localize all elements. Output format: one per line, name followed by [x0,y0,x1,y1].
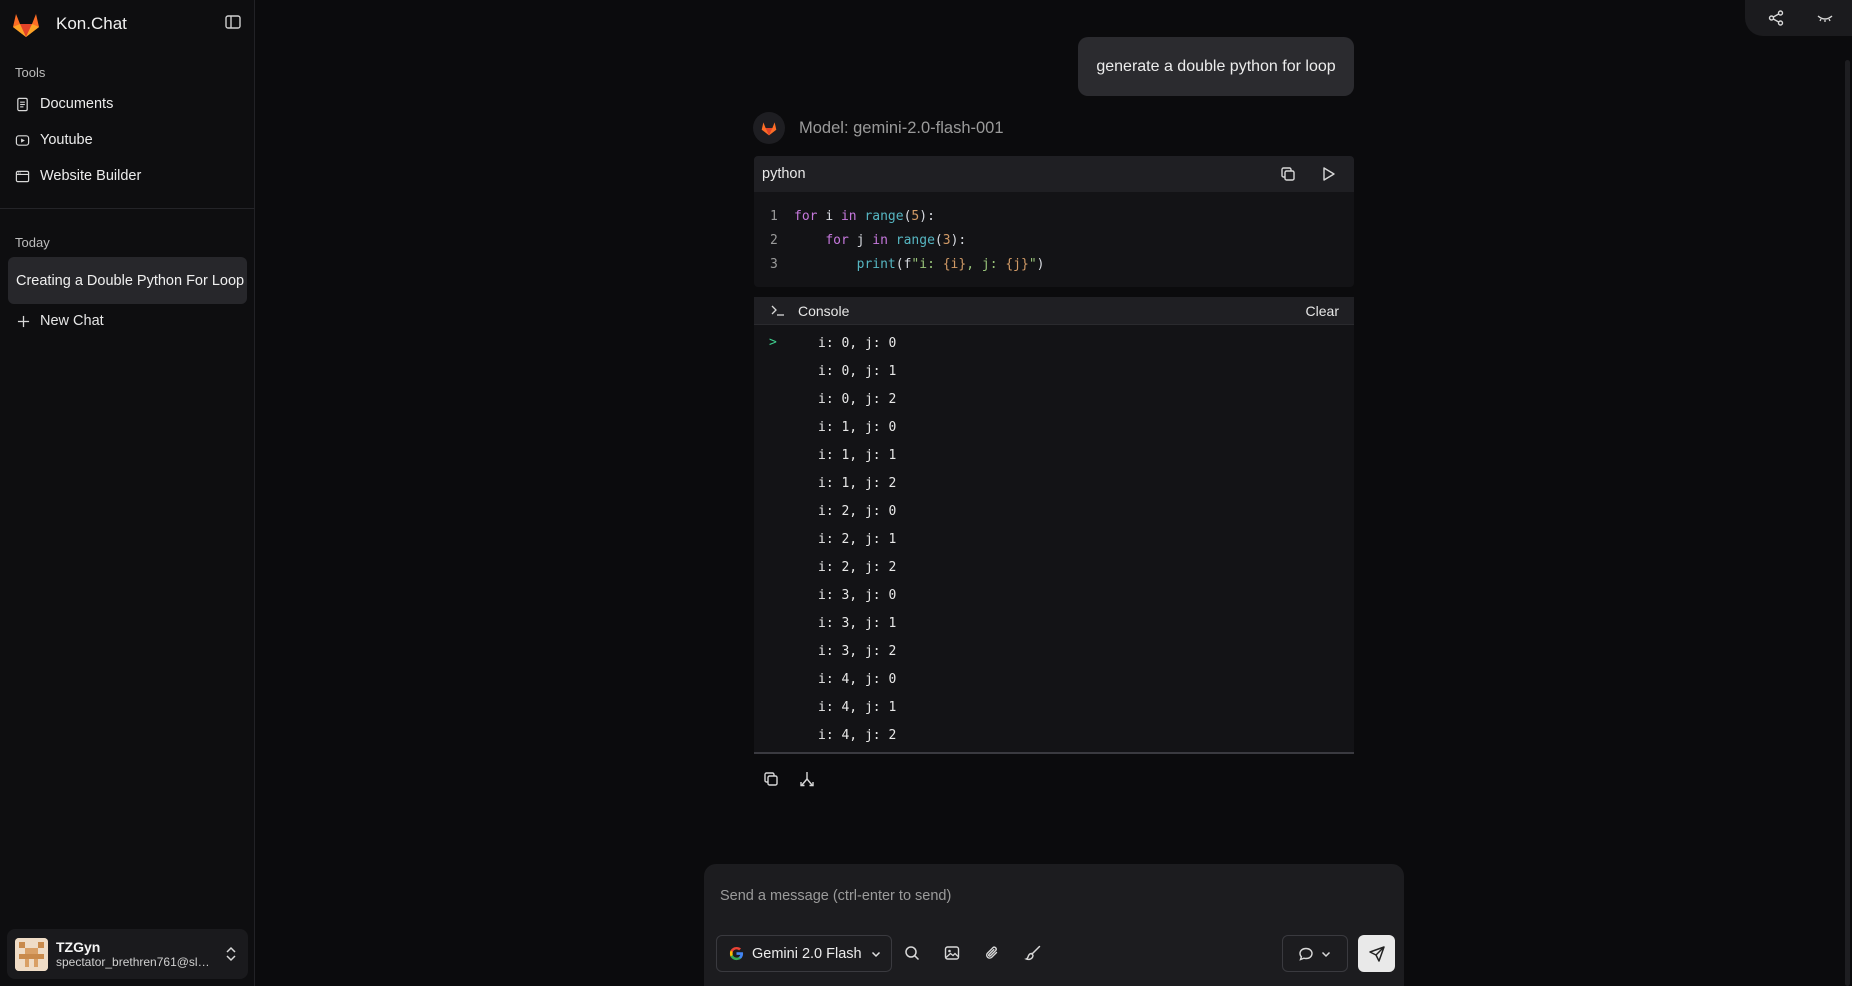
brush-icon[interactable] [1024,944,1042,962]
share-icon[interactable] [1767,9,1785,27]
line-number: 1 [770,208,778,224]
console-output-line: i: 3, j: 2 [818,643,897,659]
code-block-header: python [754,156,1354,192]
sidebar-item-documents[interactable]: Documents [15,96,113,112]
copy-icon[interactable] [762,770,780,788]
console-output-line: i: 1, j: 0 [818,419,897,435]
code-body: 1 for i in range(5): 2 for j in range(3):… [754,192,1354,276]
message-input[interactable] [720,884,1380,908]
sidebar-item-website-builder[interactable]: Website Builder [15,168,141,184]
user-message-bubble: generate a double python for loop [1078,37,1354,96]
sidebar-item-youtube[interactable]: Youtube [15,132,93,148]
google-icon [729,946,744,961]
plus-icon [17,315,30,327]
brand[interactable]: Kon.Chat [10,8,127,40]
chat-mode-select[interactable] [1282,935,1348,972]
sidebar-toggle-icon[interactable] [224,13,242,31]
tools-section-label: Tools [15,65,46,80]
top-right-actions [1745,0,1852,36]
user-name: TZGyn [56,939,101,955]
assistant-avatar [753,112,785,144]
console-output-line: i: 4, j: 1 [818,699,897,715]
code-line: 3 print (f "i: {i}, j: {j} ") [754,252,1354,276]
message-actions [762,770,816,788]
line-number: 3 [770,256,778,272]
console-panel: Console Clear > i: 0, j: 0 i: 0, j: 1 i: 0… [754,297,1354,754]
console-output-line: i: 4, j: 2 [818,727,897,743]
new-chat-label: New Chat [40,313,104,329]
browser-window-icon [15,170,30,182]
avatar [15,937,48,971]
code-line: 2 for j in range(3): [754,228,1354,252]
fox-logo-icon [761,122,777,136]
assistant-header: Model: gemini-2.0-flash-001 [753,112,1004,144]
console-clear-button[interactable]: Clear [1306,303,1339,319]
eye-closed-icon[interactable] [1816,9,1834,27]
user-email: spectator_brethren761@slm... [56,955,216,969]
branch-icon[interactable] [798,770,816,788]
console-output-line: i: 3, j: 0 [818,587,897,603]
new-chat-button[interactable]: New Chat [17,313,104,329]
copy-icon[interactable] [1279,165,1297,183]
console-output: > i: 0, j: 0 i: 0, j: 1 i: 0, j: 2 i: 1, j:… [754,325,1354,749]
send-button[interactable] [1358,935,1395,972]
sidebar-item-label: Youtube [40,132,93,148]
console-title: Console [798,302,850,319]
console-output-line: i: 4, j: 0 [818,671,897,687]
sidebar: Kon.Chat Tools Documents Youtube Website… [0,0,255,986]
line-number: 2 [770,232,778,248]
console-header: Console Clear [754,297,1354,325]
message-composer: Gemini 2.0 Flash [704,864,1404,986]
code-block: python 1 for i in range(5): 2 for j in ra… [754,156,1354,287]
chevron-up-down-icon [226,946,236,962]
document-icon [17,97,28,111]
paperclip-icon[interactable] [983,944,1001,962]
console-output-line: i: 0, j: 2 [818,391,897,407]
console-output-line: i: 3, j: 1 [818,615,897,631]
code-line: 1 for i in range(5): [754,204,1354,228]
app-root: Kon.Chat Tools Documents Youtube Website… [0,0,1852,986]
console-output-line: i: 1, j: 1 [818,447,897,463]
console-output-line: i: 0, j: 1 [818,363,897,379]
model-label: Model: gemini-2.0-flash-001 [799,118,1004,137]
run-play-icon[interactable] [1319,165,1337,183]
console-output-line: i: 2, j: 1 [818,531,897,547]
sidebar-divider [0,208,255,209]
sidebar-item-label: Documents [40,96,114,112]
console-output-line: i: 1, j: 2 [818,475,897,491]
user-menu[interactable]: TZGyn spectator_brethren761@slm... [7,929,248,979]
send-icon [1368,945,1385,962]
sidebar-item-label: Website Builder [40,168,142,184]
terminal-icon [771,305,784,316]
chat-bubble-icon [1299,947,1313,961]
console-output-line: i: 0, j: 0 [818,335,897,351]
youtube-icon [15,134,30,146]
today-section-label: Today [15,235,50,250]
model-select[interactable]: Gemini 2.0 Flash [716,935,892,972]
console-output-line: i: 2, j: 2 [818,559,897,575]
fox-logo-icon [13,14,39,37]
scrollbar[interactable] [1845,60,1850,986]
console-output-line: i: 2, j: 0 [818,503,897,519]
chevron-down-icon [1321,951,1331,957]
console-caret: > [769,335,777,350]
chat-history-item[interactable]: Creating a Double Python For Loop [8,257,247,304]
code-language-label: python [762,166,806,182]
chevron-down-icon [871,951,880,957]
image-icon[interactable] [943,944,961,962]
app-name: Kon.Chat [56,14,127,33]
model-select-label: Gemini 2.0 Flash [752,945,862,962]
search-icon[interactable] [903,944,921,962]
